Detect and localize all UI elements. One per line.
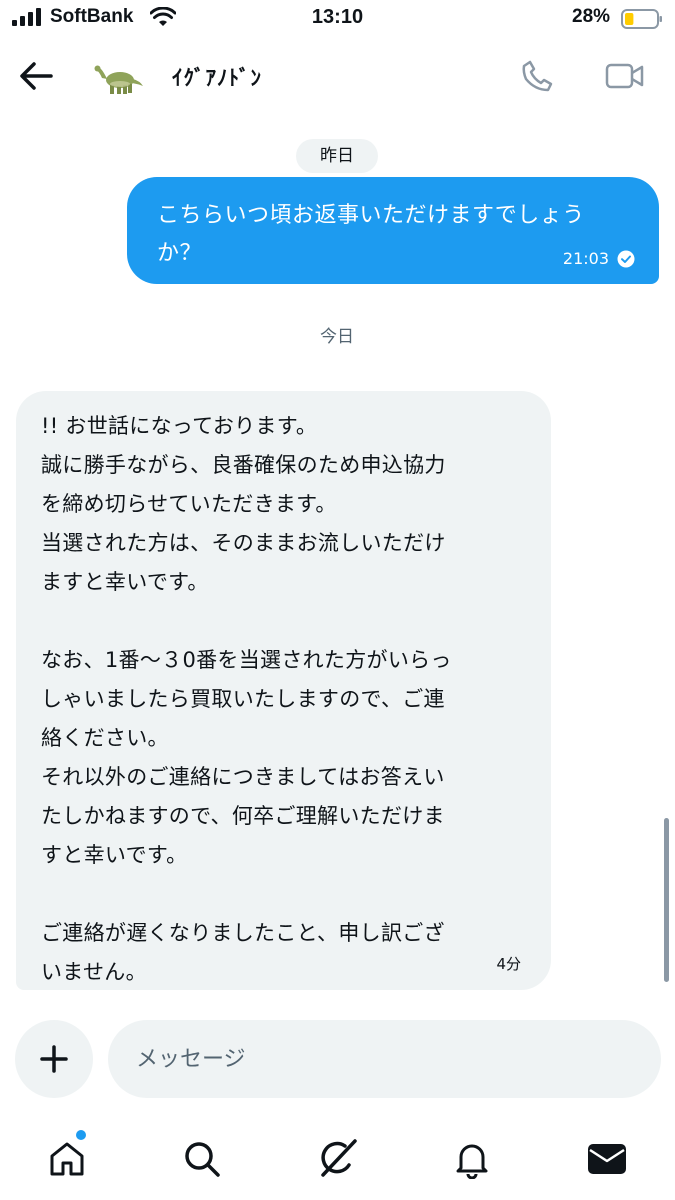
received-message-line: いません。 [41, 960, 147, 984]
tab-grok[interactable] [310, 1132, 364, 1186]
voice-call-button[interactable] [518, 56, 558, 96]
received-message-line [41, 602, 527, 641]
received-message-time: 4分 [496, 955, 521, 973]
tab-messages[interactable] [580, 1132, 634, 1186]
check-circle-icon [617, 250, 635, 267]
bottom-tab-bar [0, 1120, 675, 1200]
arrow-left-icon [20, 62, 53, 90]
mail-icon [588, 1144, 626, 1174]
sent-message-bubble[interactable]: こちらいつ頃お返事いただけますでしょう か？ 21:03 [127, 177, 659, 284]
bell-icon [456, 1144, 488, 1179]
received-message-line: 誠に勝手ながら、良番確保のため申込協力 [41, 453, 446, 477]
received-message-line: すと幸いです。 [41, 843, 188, 867]
received-message-line: を締め切らせていただきます。 [41, 492, 337, 516]
home-icon [50, 1142, 84, 1176]
message-input[interactable] [108, 1020, 661, 1098]
conversation-header: ｲｸﾞｱﾉﾄﾞﾝ [0, 38, 675, 116]
date-separator-today: 今日 [320, 327, 354, 347]
search-icon [185, 1142, 220, 1177]
received-message-line [41, 875, 527, 914]
date-separator-yesterday: 昨日 [296, 139, 378, 173]
received-message-line: ご連絡が遅くなりましたこと、申し訳ござ [41, 921, 445, 945]
video-call-button[interactable] [600, 56, 650, 96]
received-message-line: 当選された方は、そのままお流しいただけ [41, 531, 446, 555]
tab-home[interactable] [40, 1132, 94, 1186]
sent-message-time: 21:03 [562, 249, 609, 268]
notification-dot [76, 1130, 86, 1140]
video-camera-icon [605, 63, 644, 89]
received-message-line: !! お世話になっております。 [41, 414, 318, 438]
plus-icon [40, 1045, 68, 1073]
tab-search[interactable] [175, 1132, 229, 1186]
received-message-line: それ以外のご連絡につきましてはお答えい [41, 765, 445, 789]
received-message-line: ますと幸いです。 [41, 570, 209, 594]
sent-message-line: こちらいつ頃お返事いただけますでしょう [157, 203, 585, 228]
back-button[interactable] [16, 58, 56, 94]
status-bar: SoftBank 13:10 28% [0, 0, 675, 38]
received-message-line: たしかねますので、何卒ご理解いただけま [41, 804, 445, 828]
received-message-line: 絡ください。 [41, 726, 169, 750]
phone-icon [522, 60, 553, 92]
sent-message-line: か？ [157, 241, 203, 266]
sent-message-meta: 21:03 [563, 249, 635, 268]
scrollbar[interactable] [664, 818, 669, 982]
avatar[interactable] [90, 48, 148, 106]
battery-icon [621, 9, 662, 29]
received-message-line: なお、1番〜３0番を当選された方がいらっ [41, 648, 452, 672]
received-message-bubble[interactable]: !! お世話になっております。 誠に勝手ながら、良番確保のため申込協力 を締め切… [16, 391, 551, 990]
sent-message-text: こちらいつ頃お返事いただけますでしょう か？ [157, 197, 633, 273]
dinosaur-avatar-icon [94, 65, 143, 94]
battery-percent: 28% [572, 6, 611, 27]
add-attachment-button[interactable] [15, 1020, 93, 1098]
received-message-line: しゃいましたら買取いたしますので、ご連 [41, 687, 445, 711]
contact-name[interactable]: ｲｸﾞｱﾉﾄﾞﾝ [172, 62, 262, 92]
tab-notifications[interactable] [445, 1132, 499, 1186]
grok-icon [321, 1139, 357, 1177]
